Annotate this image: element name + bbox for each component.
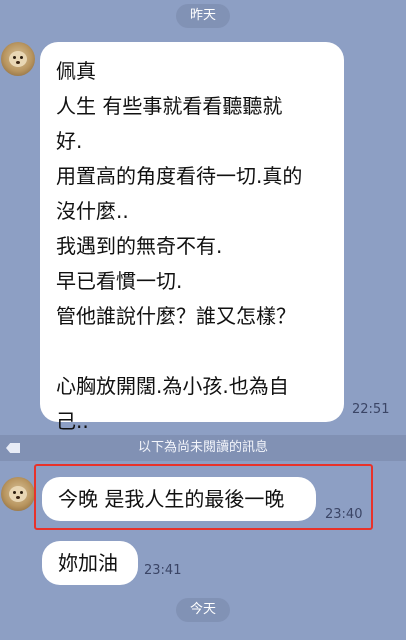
tag-icon	[6, 443, 20, 453]
date-separator-today: 今天	[175, 598, 231, 622]
date-separator-yesterday: 昨天	[175, 4, 231, 28]
sender-avatar[interactable]	[1, 42, 35, 76]
message-bubble[interactable]: 妳加油	[42, 541, 138, 585]
message-line: 己..	[56, 409, 89, 433]
message-line: 管他誰說什麼？誰又怎樣？	[56, 304, 296, 328]
message-bubble-long[interactable]: 佩真 人生 有些事就看看聽聽就 好. 用置高的角度看待一切.真的 沒什麼.. 我…	[40, 42, 344, 433]
message-line: 人生 有些事就看看聽聽就	[56, 94, 283, 118]
unread-divider-label: 以下為尚未閱讀的訊息	[137, 440, 268, 455]
message-line: 心胸放開闊.為小孩.也為自	[56, 374, 289, 398]
message-line: 佩真	[56, 59, 96, 83]
message-timestamp: 22:51	[352, 402, 390, 417]
message-line: 我遇到的無奇不有.	[56, 234, 223, 258]
message-bubble[interactable]: 今晚 是我人生的最後一晚	[42, 477, 316, 521]
message-line: 沒什麼..	[56, 199, 129, 223]
sender-avatar[interactable]	[1, 477, 35, 511]
message-timestamp: 23:41	[144, 563, 182, 578]
unread-divider: 以下為尚未閱讀的訊息	[0, 435, 406, 461]
chat-view[interactable]: 昨天 佩真 人生 有些事就看看聽聽就 好. 用置高的角度看待一切.真的 沒什麼.…	[0, 0, 406, 640]
message-line: 早已看慣一切.	[56, 269, 183, 293]
message-line: 好.	[56, 129, 83, 153]
message-line: 用置高的角度看待一切.真的	[56, 164, 303, 188]
message-timestamp: 23:40	[325, 507, 363, 522]
